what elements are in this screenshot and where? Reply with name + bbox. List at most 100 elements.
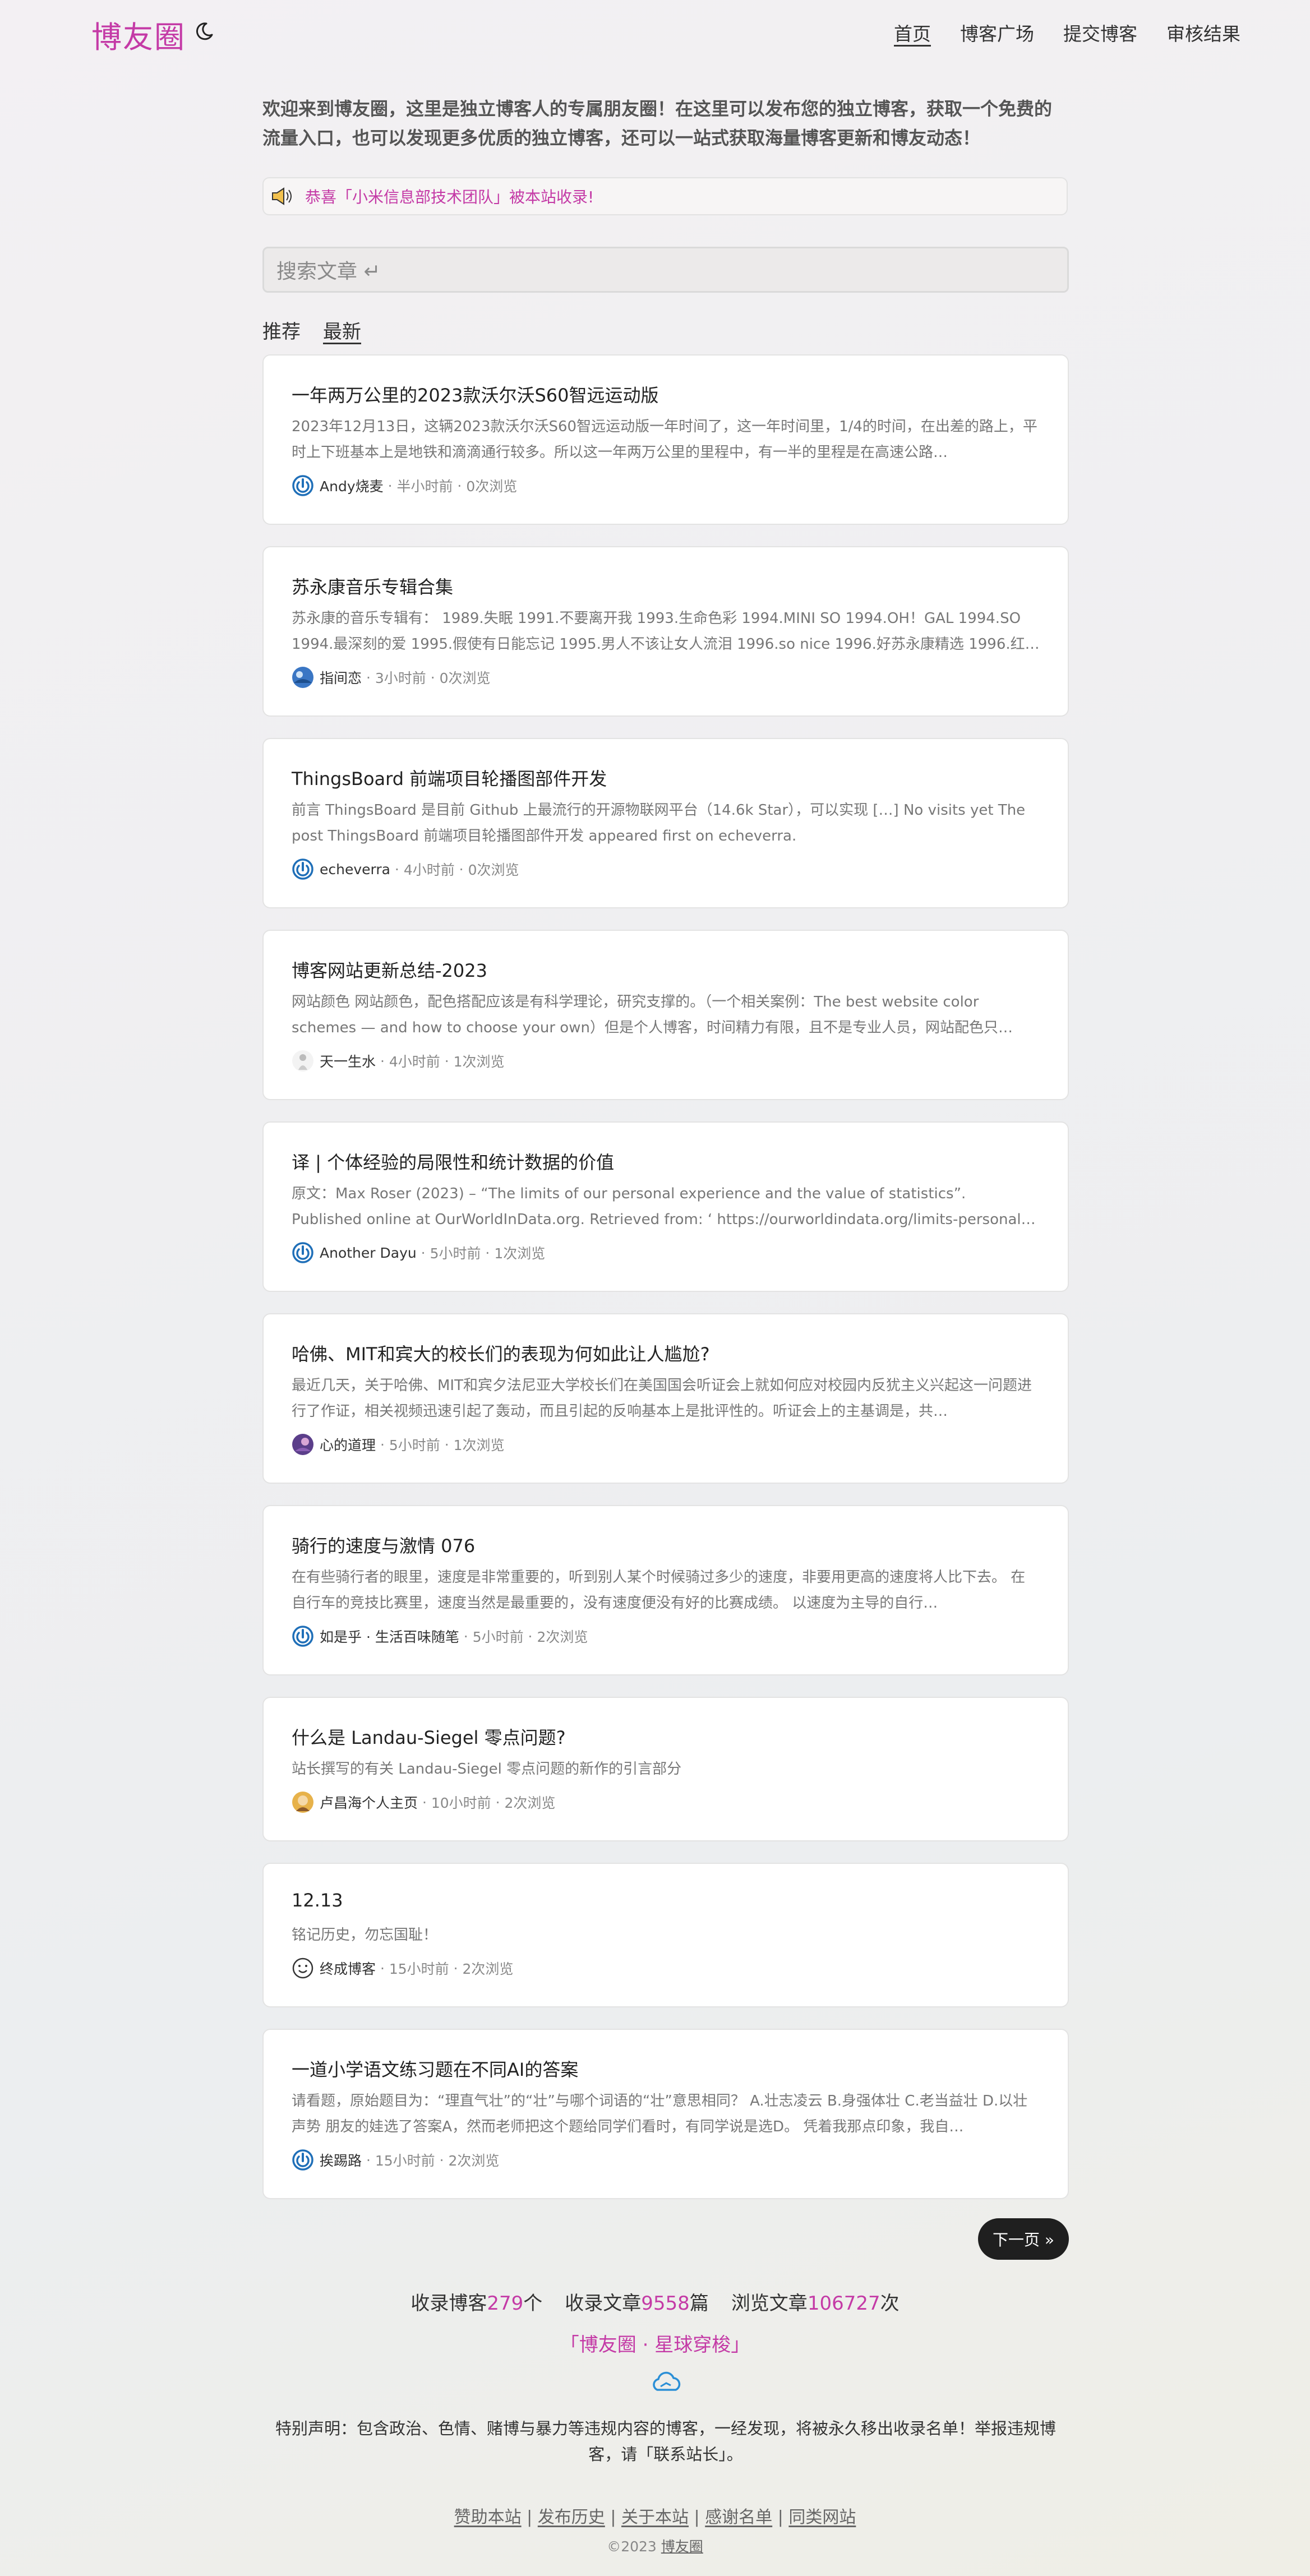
post-title[interactable]: 译 | 个体经验的局限性和统计数据的价值: [292, 1148, 614, 1174]
blog-count: 279: [487, 2292, 524, 2315]
purple-avatar[interactable]: [292, 1433, 314, 1456]
megaphone-icon: [272, 187, 292, 205]
face-avatar[interactable]: [292, 1791, 314, 1813]
post-author[interactable]: 终成博客: [320, 1958, 376, 1978]
footer-link-sponsor[interactable]: 赞助本站: [454, 2508, 522, 2527]
main-nav: 首页 博客广场 提交博客 审核结果: [894, 19, 1240, 46]
post-title[interactable]: 哈佛、MIT和宾大的校长们的表现为何如此让人尴尬?: [292, 1340, 710, 1366]
nav-blog-square[interactable]: 博客广场: [960, 19, 1034, 46]
post-card[interactable]: 博客网站更新总结-2023 网站颜色 网站颜色，配色搭配应该是有科学理论，研究支…: [262, 930, 1069, 1100]
post-author[interactable]: 天一生水: [320, 1051, 376, 1071]
post-card[interactable]: 哈佛、MIT和宾大的校长们的表现为何如此让人尴尬? 最近几天，关于哈佛、MIT和…: [262, 1313, 1069, 1484]
photo-avatar[interactable]: [292, 666, 314, 689]
post-title[interactable]: 博客网站更新总结-2023: [292, 957, 487, 982]
post-card[interactable]: 一年两万公里的2023款沃尔沃S60智远运动版 2023年12月13日，这辆20…: [262, 354, 1069, 525]
post-title[interactable]: ThingsBoard 前端项目轮播图部件开发: [292, 765, 607, 791]
post-author[interactable]: 挨踢路: [320, 2150, 362, 2170]
post-excerpt: 网站颜色 网站颜色，配色搭配应该是有科学理论，研究支撑的。（一个相关案例：The…: [292, 994, 1013, 1036]
post-time: 5小时前: [430, 1245, 481, 1262]
post-author[interactable]: 心的道理: [320, 1434, 376, 1455]
post-excerpt: 前言 ThingsBoard 是目前 Github 上最流行的开源物联网平台（1…: [292, 802, 1026, 844]
post-views: 2次浏览: [537, 1629, 588, 1645]
smiley-icon[interactable]: [292, 1957, 314, 1979]
power-icon[interactable]: [292, 2149, 314, 2171]
post-excerpt: 最近几天，关于哈佛、MIT和宾夕法尼亚大学校长们在美国国会听证会上就如何应对校园…: [292, 1377, 1032, 1420]
post-time: 15小时前: [389, 1961, 449, 1977]
post-title[interactable]: 苏永康音乐专辑合集: [292, 573, 453, 599]
post-meta: 如是乎 · 生活百味随笔 · 5小时前 · 2次浏览: [292, 1625, 588, 1647]
post-time: 4小时前: [389, 1054, 440, 1070]
copyright: ©2023 博友圈: [607, 2538, 703, 2555]
cloud-icon[interactable]: [649, 2367, 683, 2395]
post-author[interactable]: Andy烧麦: [320, 476, 384, 496]
tab-latest[interactable]: 最新: [323, 316, 361, 344]
post-views: 2次浏览: [462, 1961, 514, 1977]
footer-link-about[interactable]: 关于本站: [621, 2508, 689, 2527]
post-card[interactable]: 译 | 个体经验的局限性和统计数据的价值 原文：Max Roser (2023)…: [262, 1121, 1069, 1292]
site-logo[interactable]: 博友圈: [91, 12, 186, 57]
intro-text: 欢迎来到博友圈，这里是独立博客人的专属朋友圈！在这里可以发布您的独立博客，获取一…: [262, 98, 1053, 149]
post-views: 2次浏览: [504, 1795, 556, 1811]
nav-review-results[interactable]: 审核结果: [1166, 19, 1240, 46]
post-card[interactable]: 一道小学语文练习题在不同AI的答案 请看题，原始题目为：“理直气壮”的“壮”与哪…: [262, 2029, 1069, 2199]
view-count: 106727: [807, 2292, 880, 2315]
article-count: 9558: [641, 2292, 690, 2315]
copyright-site-link[interactable]: 博友圈: [661, 2538, 703, 2555]
galaxy-link[interactable]: 「博友圈 · 星球穿梭」: [0, 2329, 1310, 2357]
post-card[interactable]: ThingsBoard 前端项目轮播图部件开发 前言 ThingsBoard 是…: [262, 738, 1069, 908]
post-views: 0次浏览: [468, 862, 519, 878]
search-input[interactable]: 搜索文章 ↵: [262, 247, 1069, 293]
post-meta: 挨踢路 · 15小时前 · 2次浏览: [292, 2149, 499, 2171]
post-card[interactable]: 骑行的速度与激情 076 在有些骑行者的眼里，速度是非常重要的，听到别人某个时候…: [262, 1505, 1069, 1675]
dark-mode-moon-icon[interactable]: [193, 20, 215, 43]
post-title[interactable]: 一年两万公里的2023款沃尔沃S60智远运动版: [292, 381, 658, 407]
post-time: 10小时前: [431, 1795, 491, 1811]
post-time: 5小时前: [472, 1629, 524, 1645]
post-meta: 天一生水 · 4小时前 · 1次浏览: [292, 1050, 505, 1072]
footer-link-history[interactable]: 发布历史: [538, 2508, 605, 2527]
power-icon[interactable]: [292, 1241, 314, 1264]
disclaimer: 特别声明：包含政治、色情、赌博与暴力等违规内容的博客，一经发现，将被永久移出收录…: [275, 2419, 1056, 2464]
post-meta: Andy烧麦 · 半小时前 · 0次浏览: [292, 474, 517, 497]
post-card[interactable]: 苏永康音乐专辑合集 苏永康的音乐专辑有： 1989.失眠 1991.不要离开我 …: [262, 546, 1069, 717]
nav-home[interactable]: 首页: [894, 19, 931, 46]
post-author[interactable]: 卢昌海个人主页: [320, 1792, 418, 1812]
notice-text[interactable]: 恭喜「小米信息部技术团队」被本站收录!: [305, 185, 594, 207]
post-author[interactable]: 如是乎 · 生活百味随笔: [320, 1626, 459, 1646]
power-icon[interactable]: [292, 474, 314, 497]
post-views: 1次浏览: [453, 1437, 505, 1453]
post-views: 1次浏览: [494, 1245, 546, 1262]
power-icon[interactable]: [292, 1625, 314, 1647]
post-excerpt: 铭记历史，勿忘国耻！: [292, 1927, 438, 1943]
person-avatar[interactable]: [292, 1050, 314, 1072]
post-excerpt: 原文：Max Roser (2023) – “The limits of our…: [292, 1185, 1026, 1228]
post-title[interactable]: 什么是 Landau-Siegel 零点问题?: [292, 1724, 566, 1749]
post-excerpt: 苏永康的音乐专辑有： 1989.失眠 1991.不要离开我 1993.生命色彩 …: [292, 610, 1040, 653]
post-excerpt: 站长撰写的有关 Landau-Siegel 零点问题的新作的引言部分: [292, 1761, 682, 1778]
post-time: 半小时前: [396, 478, 453, 495]
footer-link-similar[interactable]: 同类网站: [788, 2508, 856, 2527]
post-card[interactable]: 12.13 铭记历史，勿忘国耻！ 终成博客 · 15小时前 · 2次浏览: [262, 1863, 1069, 2007]
post-views: 0次浏览: [466, 478, 518, 495]
post-author[interactable]: echeverra: [320, 861, 390, 878]
post-meta: 终成博客 · 15小时前 · 2次浏览: [292, 1957, 513, 1979]
post-meta: 卢昌海个人主页 · 10小时前 · 2次浏览: [292, 1791, 555, 1813]
footer-link-thanks[interactable]: 感谢名单: [705, 2508, 772, 2527]
nav-submit-blog[interactable]: 提交博客: [1063, 19, 1137, 46]
post-card[interactable]: 什么是 Landau-Siegel 零点问题? 站长撰写的有关 Landau-S…: [262, 1697, 1069, 1841]
post-meta: echeverra · 4小时前 · 0次浏览: [292, 858, 519, 880]
post-title[interactable]: 一道小学语文练习题在不同AI的答案: [292, 2056, 578, 2081]
post-meta: Another Dayu · 5小时前 · 1次浏览: [292, 1241, 545, 1264]
post-title[interactable]: 骑行的速度与激情 076: [292, 1532, 475, 1558]
post-time: 3小时前: [375, 670, 426, 686]
post-author[interactable]: 指间恋: [320, 667, 362, 687]
next-page-button[interactable]: 下一页 »: [978, 2218, 1069, 2260]
power-icon[interactable]: [292, 858, 314, 880]
tab-recommended[interactable]: 推荐: [262, 316, 301, 344]
post-excerpt: 在有些骑行者的眼里，速度是非常重要的，听到别人某个时候骑过多少的速度，非要用更高…: [292, 1569, 1026, 1612]
post-excerpt: 2023年12月13日，这辆2023款沃尔沃S60智远运动版一年时间了，这一年时…: [292, 418, 1037, 461]
post-author[interactable]: Another Dayu: [320, 1245, 417, 1261]
post-title[interactable]: 12.13: [292, 1890, 343, 1911]
site-stats: 收录博客279个 收录文章9558篇 浏览文章106727次: [410, 2292, 900, 2315]
post-views: 2次浏览: [448, 2153, 500, 2169]
